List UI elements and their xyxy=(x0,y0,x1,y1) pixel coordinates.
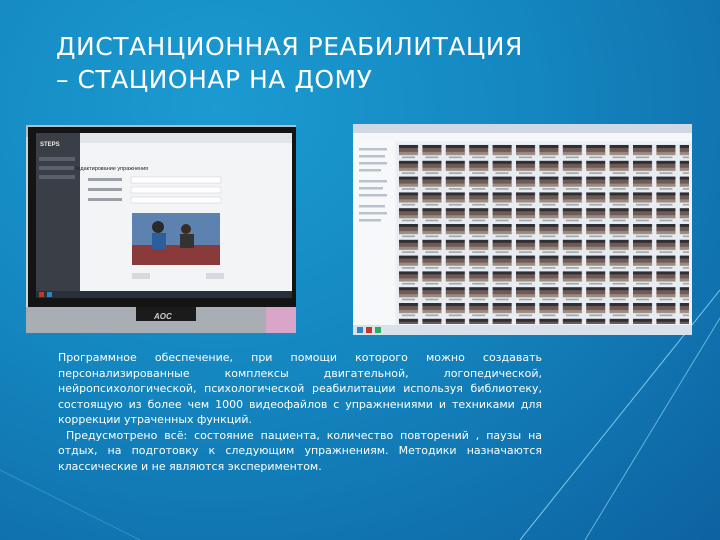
slide-body: Программное обеспечение, при помощи кото… xyxy=(58,350,542,474)
slide-title: ДИСТАНЦИОННАЯ РЕАБИЛИТАЦИЯ – СТАЦИОНАР Н… xyxy=(56,30,616,96)
paragraph-software: Программное обеспечение, при помощи кото… xyxy=(58,351,542,426)
paragraph-details: Предусмотрено всё: состояние пациента, к… xyxy=(58,428,542,473)
monitor-photo-image: STEPS Редактирование упражнения AOC xyxy=(26,125,296,333)
slide-title-line-2: – СТАЦИОНАР НА ДОМУ xyxy=(56,65,373,94)
slide-title-line-1: ДИСТАНЦИОННАЯ РЕАБИЛИТАЦИЯ xyxy=(56,32,523,61)
monitor-brand: AOC xyxy=(153,312,172,321)
dialog-title: Редактирование упражнения xyxy=(74,166,148,172)
video-library-image xyxy=(353,124,692,335)
monitor-photo: STEPS Редактирование упражнения AOC xyxy=(26,125,296,333)
app-logo: STEPS xyxy=(40,142,60,148)
video-library-screenshot xyxy=(353,124,692,335)
